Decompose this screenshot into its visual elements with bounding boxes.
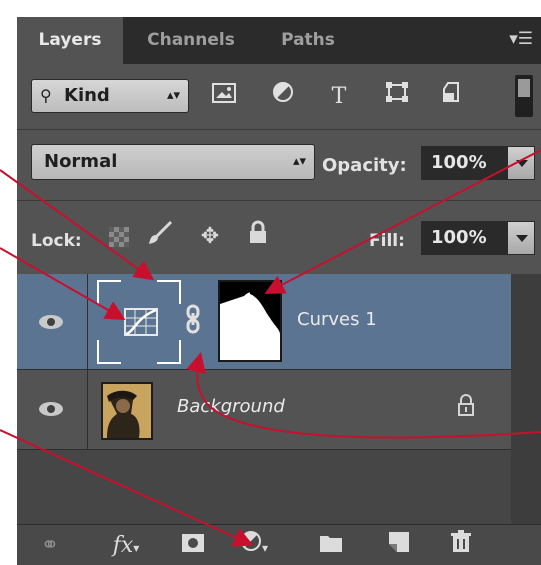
fill-dropdown-button[interactable] <box>507 221 535 255</box>
type-layer-filter-icon[interactable]: T <box>322 80 356 114</box>
search-icon: ⚲ <box>40 86 52 105</box>
layer-name[interactable]: Curves 1 <box>297 309 377 330</box>
blend-mode-select[interactable]: Normal ▴▾ <box>31 144 315 180</box>
lock-all-icon[interactable] <box>243 220 273 254</box>
visibility-toggle[interactable] <box>17 370 88 449</box>
lock-transparent-pixels-icon[interactable] <box>109 227 129 247</box>
fx-layer-style-icon[interactable]: fx▾ <box>103 525 149 565</box>
divider <box>17 129 541 130</box>
fill-input[interactable]: 100% <box>421 221 507 255</box>
layer-name[interactable]: Background <box>177 396 285 417</box>
link-chain-icon[interactable] <box>185 304 201 340</box>
panel-menu-icon[interactable]: ▾☰ <box>509 29 533 49</box>
filter-toggle-switch[interactable] <box>515 75 533 117</box>
shape-layer-filter-icon[interactable] <box>380 80 414 114</box>
layers-footer-toolbar: ⚭ fx▾ ▾ <box>17 524 541 565</box>
layers-list: Curves 1 Background <box>17 274 511 524</box>
layer-mask-thumbnail[interactable] <box>218 280 282 362</box>
fill-label: Fill: <box>369 231 405 251</box>
new-adjustment-layer-icon[interactable]: ▾ <box>231 525 277 565</box>
visibility-toggle[interactable] <box>17 274 88 369</box>
adjustment-layer-thumbnail[interactable] <box>97 280 181 364</box>
lock-label: Lock: <box>31 231 82 251</box>
background-image-thumbnail[interactable] <box>101 382 153 440</box>
eye-icon <box>39 315 63 329</box>
layer-row-curves[interactable]: Curves 1 <box>17 274 511 370</box>
layer-filter-kind-select[interactable]: ⚲ Kind ▴▾ <box>31 79 189 113</box>
kind-label: Kind <box>64 85 110 106</box>
pixel-layer-filter-icon[interactable] <box>207 80 241 114</box>
lock-image-pixels-icon[interactable] <box>145 220 175 254</box>
new-layer-icon[interactable] <box>381 525 417 565</box>
curves-icon <box>124 308 158 336</box>
new-group-icon[interactable] <box>313 525 349 565</box>
panel-tab-bar: Layers Channels Paths ▾☰ <box>17 17 541 64</box>
delete-layer-icon[interactable] <box>443 525 479 565</box>
smart-object-filter-icon[interactable] <box>436 80 470 114</box>
lock-icon <box>457 394 475 421</box>
tab-paths[interactable]: Paths <box>259 17 357 64</box>
eye-icon <box>39 402 63 416</box>
layers-panel: Layers Channels Paths ▾☰ ⚲ Kind ▴▾ T Nor… <box>17 17 541 565</box>
tab-layers[interactable]: Layers <box>17 17 123 64</box>
link-layers-icon[interactable]: ⚭ <box>33 525 67 565</box>
opacity-input[interactable]: 100% <box>421 146 507 180</box>
tab-channels[interactable]: Channels <box>123 17 259 64</box>
add-mask-icon[interactable] <box>175 525 211 565</box>
lock-position-icon[interactable]: ✥ <box>195 220 225 254</box>
opacity-dropdown-button[interactable] <box>507 146 535 180</box>
opacity-label: Opacity: <box>322 155 407 176</box>
layers-scrollbar[interactable] <box>511 274 541 524</box>
divider <box>17 200 541 201</box>
blend-mode-value: Normal <box>44 151 118 172</box>
layer-row-background[interactable]: Background <box>17 370 511 450</box>
chevron-updown-icon: ▴▾ <box>292 154 306 169</box>
adjustment-layer-filter-icon[interactable] <box>266 80 300 114</box>
chevron-updown-icon: ▴▾ <box>166 88 180 103</box>
